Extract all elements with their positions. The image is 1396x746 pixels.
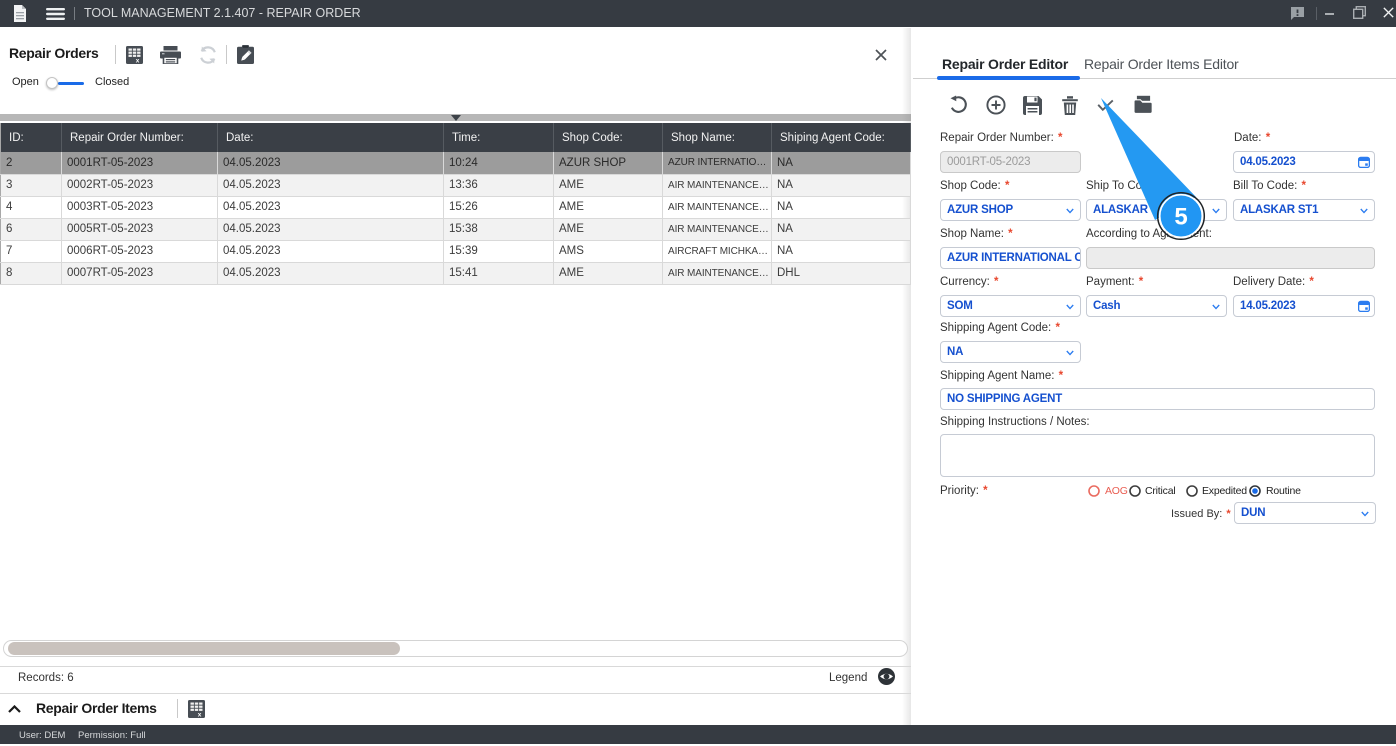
svg-text:x: x xyxy=(136,57,140,64)
svg-text:x: x xyxy=(198,711,202,718)
svg-text:5: 5 xyxy=(1174,204,1187,231)
